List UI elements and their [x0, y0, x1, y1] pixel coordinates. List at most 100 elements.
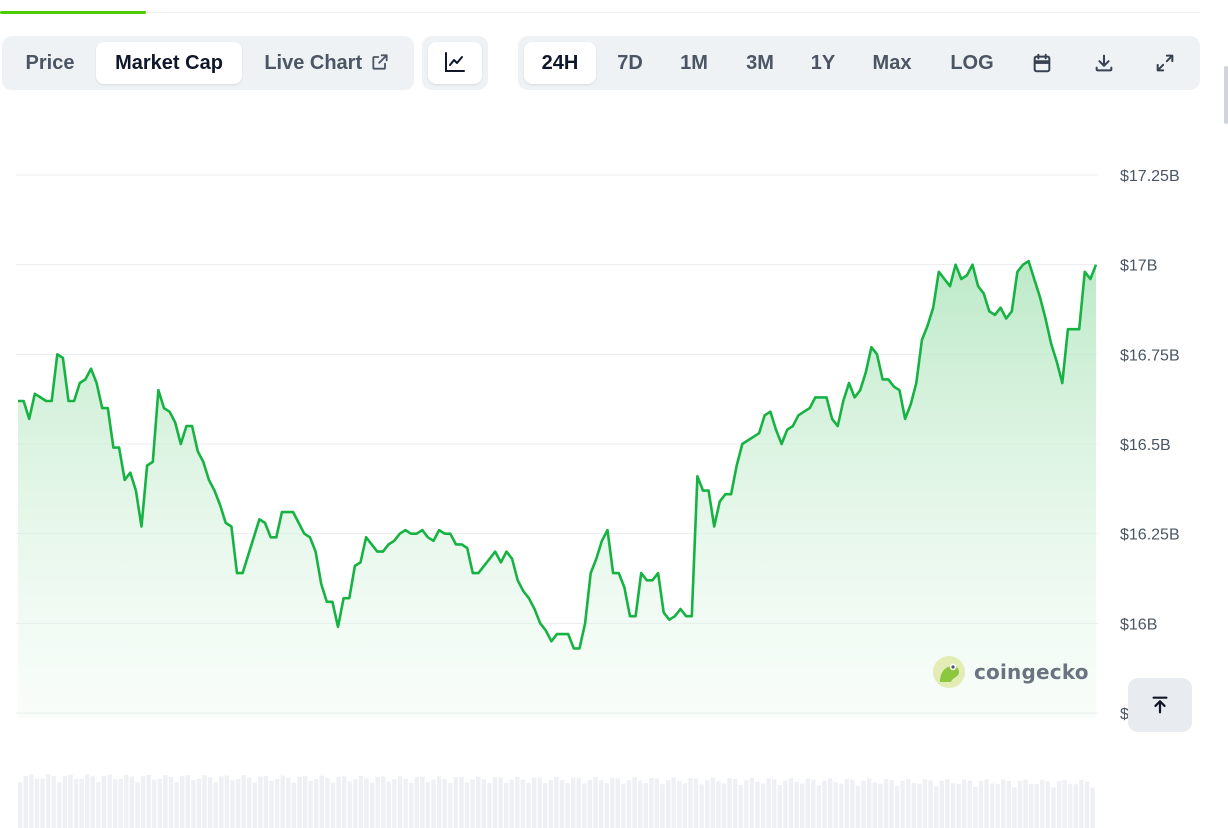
volume-bar	[621, 783, 626, 828]
volume-bar	[442, 779, 447, 828]
market-cap-area	[18, 261, 1096, 718]
volume-bar	[191, 780, 196, 828]
volume-bar	[688, 778, 693, 828]
volume-bar	[369, 782, 375, 828]
volume-bar	[716, 781, 721, 828]
volume-bar	[950, 783, 956, 828]
volume-bar	[906, 778, 911, 828]
volume-bar	[989, 783, 995, 828]
coingecko-logo-icon	[933, 656, 965, 688]
range-max[interactable]: Max	[864, 42, 920, 84]
calendar-button[interactable]	[1027, 48, 1057, 78]
volume-bar	[409, 782, 414, 828]
volume-bar	[738, 784, 743, 828]
volume-bar	[543, 783, 548, 828]
volume-bar	[196, 778, 202, 828]
volume-bar	[850, 779, 855, 828]
volume-bar	[1006, 780, 1011, 828]
volume-bar	[180, 776, 185, 828]
volume-bar	[755, 781, 760, 828]
volume-bar	[1001, 779, 1006, 828]
volume-bar	[397, 776, 403, 828]
download-icon	[1095, 54, 1113, 72]
volume-bar	[342, 776, 347, 828]
volume-bar	[459, 777, 464, 828]
volume-bar	[671, 777, 676, 828]
volume-bar	[436, 776, 442, 828]
volume-bar	[263, 775, 269, 828]
volume-bar	[375, 777, 380, 828]
volume-bar	[124, 774, 129, 828]
y-tick-label: $17.25B	[1120, 168, 1180, 185]
volume-bar	[615, 778, 620, 828]
volume-bar	[995, 784, 1000, 828]
volume-bar	[727, 778, 732, 828]
volume-bar	[744, 780, 749, 828]
volume-bar	[772, 779, 777, 828]
volume-bar	[274, 779, 280, 828]
volume-bar	[308, 781, 313, 828]
volume-bar	[1056, 781, 1062, 828]
volume-bar	[129, 776, 135, 828]
volume-bar	[297, 776, 302, 828]
volume-bar	[537, 777, 542, 828]
log-scale-toggle[interactable]: LOG	[944, 42, 1000, 84]
volume-bar	[610, 777, 615, 828]
volume-bar	[559, 780, 565, 828]
volume-bar	[163, 774, 168, 828]
line-chart-button[interactable]	[428, 42, 482, 84]
tab-price[interactable]: Price	[10, 42, 90, 84]
expand-icon	[1156, 54, 1174, 72]
download-button[interactable]	[1089, 48, 1119, 78]
volume-bar	[140, 776, 146, 828]
volume-bar	[509, 779, 514, 828]
volume-bar	[844, 778, 850, 828]
volume-bar	[45, 774, 51, 828]
volume-bar	[939, 781, 944, 828]
volume-bar	[386, 781, 391, 828]
volume-bar	[526, 783, 531, 828]
volume-bar	[917, 783, 922, 828]
y-tick-label: $17B	[1120, 258, 1157, 275]
volume-bar	[638, 780, 643, 828]
volume-bar	[978, 781, 984, 828]
watermark-text: coingecko	[974, 660, 1089, 684]
back-to-top-button[interactable]	[1128, 678, 1192, 732]
chart-metric-tabs: Price Market Cap Live Chart	[2, 36, 414, 90]
tab-live-chart[interactable]: Live Chart	[252, 42, 402, 84]
volume-bar	[1045, 781, 1051, 828]
arrow-up-to-line-icon	[1152, 696, 1168, 714]
y-tick-label: $16B	[1120, 616, 1157, 633]
volume-bar	[1017, 781, 1023, 828]
volume-bar	[1062, 779, 1067, 828]
volume-bar	[247, 777, 252, 828]
volume-bar	[319, 775, 324, 828]
volume-bar	[241, 775, 246, 828]
range-24h[interactable]: 24H	[524, 42, 596, 84]
fullscreen-button[interactable]	[1150, 48, 1180, 78]
volume-bars	[18, 774, 1095, 828]
volume-bar	[1068, 784, 1073, 828]
range-1m[interactable]: 1M	[668, 42, 720, 84]
volume-bar	[973, 786, 978, 828]
volume-bar	[677, 780, 682, 828]
volume-bar	[604, 783, 609, 828]
volume-bar	[302, 776, 308, 828]
range-1y[interactable]: 1Y	[798, 42, 848, 84]
volume-bar	[51, 776, 56, 828]
range-3m[interactable]: 3M	[732, 42, 788, 84]
tab-market-cap[interactable]: Market Cap	[96, 42, 242, 84]
range-7d[interactable]: 7D	[604, 42, 656, 84]
volume-bar	[861, 780, 866, 828]
volume-bar	[464, 782, 470, 828]
volume-bar	[492, 777, 498, 828]
volume-bar	[113, 779, 118, 828]
volume-bar	[794, 781, 799, 828]
volume-bar	[107, 774, 112, 828]
volume-bar	[57, 782, 62, 828]
volume-bar	[425, 782, 431, 828]
volume-bar	[956, 783, 961, 828]
volume-bar	[867, 778, 872, 828]
volume-bar	[152, 779, 157, 828]
market-cap-chart[interactable]: $17.25B$17B$16.75B$16.5B$16.25B$16B$	[0, 100, 1228, 828]
